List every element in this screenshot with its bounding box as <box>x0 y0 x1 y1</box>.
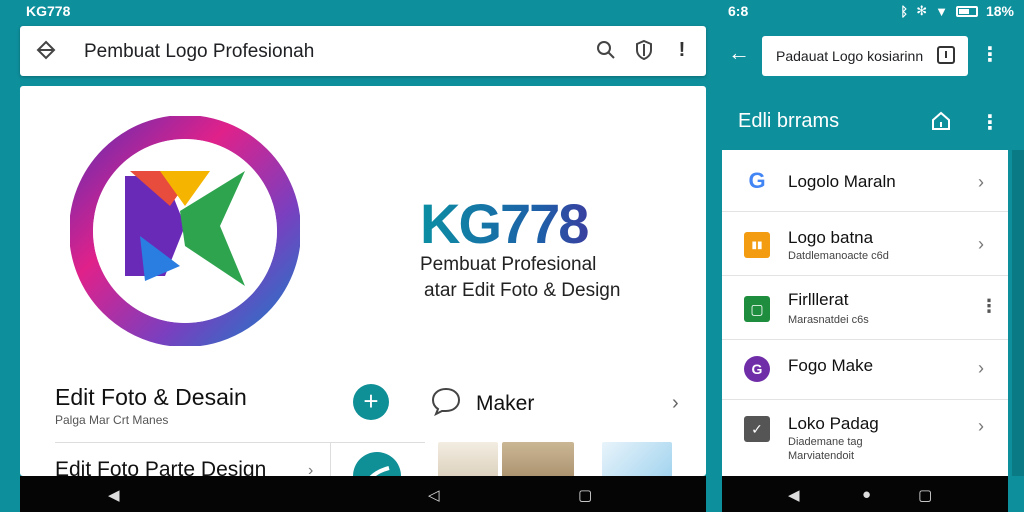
scroll-edge <box>1012 150 1024 476</box>
feature-maker[interactable]: Maker <box>430 386 534 421</box>
feature-edit-foto-title: Edit Foto & Desain <box>55 384 247 410</box>
list-item-subtitle-2: Marviatendoit <box>788 450 855 462</box>
brand-tagline-2: atar Edit Foto & Design <box>424 280 621 301</box>
list-item-title: Firlllerat <box>788 290 849 309</box>
list-item-subtitle: Diademane tag <box>788 436 863 448</box>
list-item-title: Logo batna <box>788 228 874 247</box>
brand-block: KG778 Pembuat Profesional atar Edit Foto… <box>420 196 620 302</box>
status-left-text: KG778 <box>26 3 71 19</box>
right-search-title: Padauat Logo kosiarinn <box>776 48 924 64</box>
search-icon[interactable] <box>594 38 618 62</box>
list-item[interactable]: ▢ Firlllerat Marasnatdei c6s ⋮ <box>722 276 1008 340</box>
battery-icon <box>955 5 978 17</box>
status-bar: KG778 6:8 ᛒ ✻ ▼ 18% <box>0 0 1024 24</box>
back-arrow-icon[interactable]: ← <box>728 40 750 66</box>
back-nav-icon[interactable]: ◀ <box>788 486 800 504</box>
chevron-right-icon: › <box>978 416 984 436</box>
right-app-list: G Logolo Maraln › ▮▮ Logo batna Datdlema… <box>722 150 1008 476</box>
divider <box>55 442 425 443</box>
right-section-title: Edli brrams <box>738 110 840 132</box>
list-item[interactable]: ▮▮ Logo batna Datdlemanoacte c6d › <box>722 212 1008 276</box>
add-button[interactable]: + <box>353 384 389 420</box>
list-item-subtitle: Marasnatdei c6s <box>788 314 869 326</box>
thumbnail-image[interactable] <box>438 442 498 476</box>
right-search-bar[interactable]: Padauat Logo kosiarinn <box>762 36 968 76</box>
app-icon: ▢ <box>744 296 770 322</box>
back-nav-icon[interactable]: ◀ <box>108 486 120 504</box>
feature-edit-foto-subtitle: Palga Mar Crt Manes <box>55 413 169 427</box>
list-item-title: Loko Padag <box>788 414 879 433</box>
lock-icon[interactable] <box>936 45 956 70</box>
recents-nav-icon[interactable]: ▢ <box>918 486 932 504</box>
chat-bubble-icon <box>430 386 462 421</box>
home-icon[interactable] <box>930 110 952 137</box>
bluetooth-icon: ᛒ <box>900 3 909 19</box>
right-system-navbar: ◀ ● ▢ <box>722 476 1008 512</box>
app-icon: ▮▮ <box>744 232 770 258</box>
thumbnail-image[interactable] <box>602 442 672 476</box>
more-options-icon[interactable]: ⋮ <box>980 42 1000 67</box>
thumbnail-image[interactable] <box>502 442 574 476</box>
battery-percent: 18% <box>985 3 1014 19</box>
chevron-right-icon[interactable]: › <box>308 462 313 476</box>
list-item[interactable]: G Fogo Make › <box>722 340 1008 400</box>
home-nav-icon[interactable]: ● <box>862 486 871 503</box>
feature-maker-title: Maker <box>476 391 535 415</box>
list-item[interactable]: ✓ Loko Padag Diademane tag Marviatendoit… <box>722 400 1008 476</box>
chevron-right-icon: › <box>978 234 984 254</box>
home-nav-icon[interactable]: ◁ <box>428 486 440 504</box>
more-options-icon[interactable]: ⋮ <box>980 110 1000 135</box>
brand-tagline-1: Pembuat Profesional <box>420 254 597 275</box>
chevron-right-icon: › <box>978 358 984 378</box>
app-logo <box>69 115 301 347</box>
left-main-card: KG778 Pembuat Profesional atar Edit Foto… <box>20 86 706 476</box>
status-icons: ᛒ ✻ ▼ 18% <box>900 3 1014 19</box>
google-icon: G <box>748 168 766 193</box>
left-search-title: Pembuat Logo Profesionah <box>84 41 315 62</box>
chevron-right-icon[interactable]: › <box>672 392 679 415</box>
left-search-bar[interactable]: Pembuat Logo Profesionah ! <box>20 26 706 76</box>
more-options-icon[interactable]: ⋮ <box>980 296 998 317</box>
status-time: 6:8 <box>728 3 749 19</box>
wifi-icon: ▼ <box>935 3 948 19</box>
checkbox-icon: ✓ <box>744 416 770 442</box>
navigation-icon[interactable] <box>34 38 58 62</box>
feature-edit-foto[interactable]: Edit Foto & Desain Palga Mar Crt Manes <box>55 384 247 427</box>
list-item[interactable]: G Logolo Maraln › <box>722 150 1008 212</box>
brush-button[interactable] <box>353 452 401 476</box>
settings-icon: ✻ <box>916 3 928 18</box>
chevron-right-icon: › <box>978 172 984 192</box>
list-item-subtitle: Datdlemanoacte c6d <box>788 250 889 262</box>
list-item-title: Fogo Make <box>788 356 874 375</box>
brand-name: KG778 <box>420 196 620 252</box>
divider <box>330 442 331 476</box>
shield-icon[interactable] <box>632 38 656 62</box>
app-icon: G <box>744 356 770 382</box>
feature-edit-foto-design[interactable]: Edit Foto Parte Design <box>55 458 266 476</box>
more-options-icon[interactable]: ! <box>670 38 694 62</box>
recents-nav-icon[interactable]: ▢ <box>578 486 592 504</box>
left-system-navbar: ◀ ◁ ▢ <box>20 476 706 512</box>
list-item-title: Logolo Maraln <box>788 172 896 191</box>
